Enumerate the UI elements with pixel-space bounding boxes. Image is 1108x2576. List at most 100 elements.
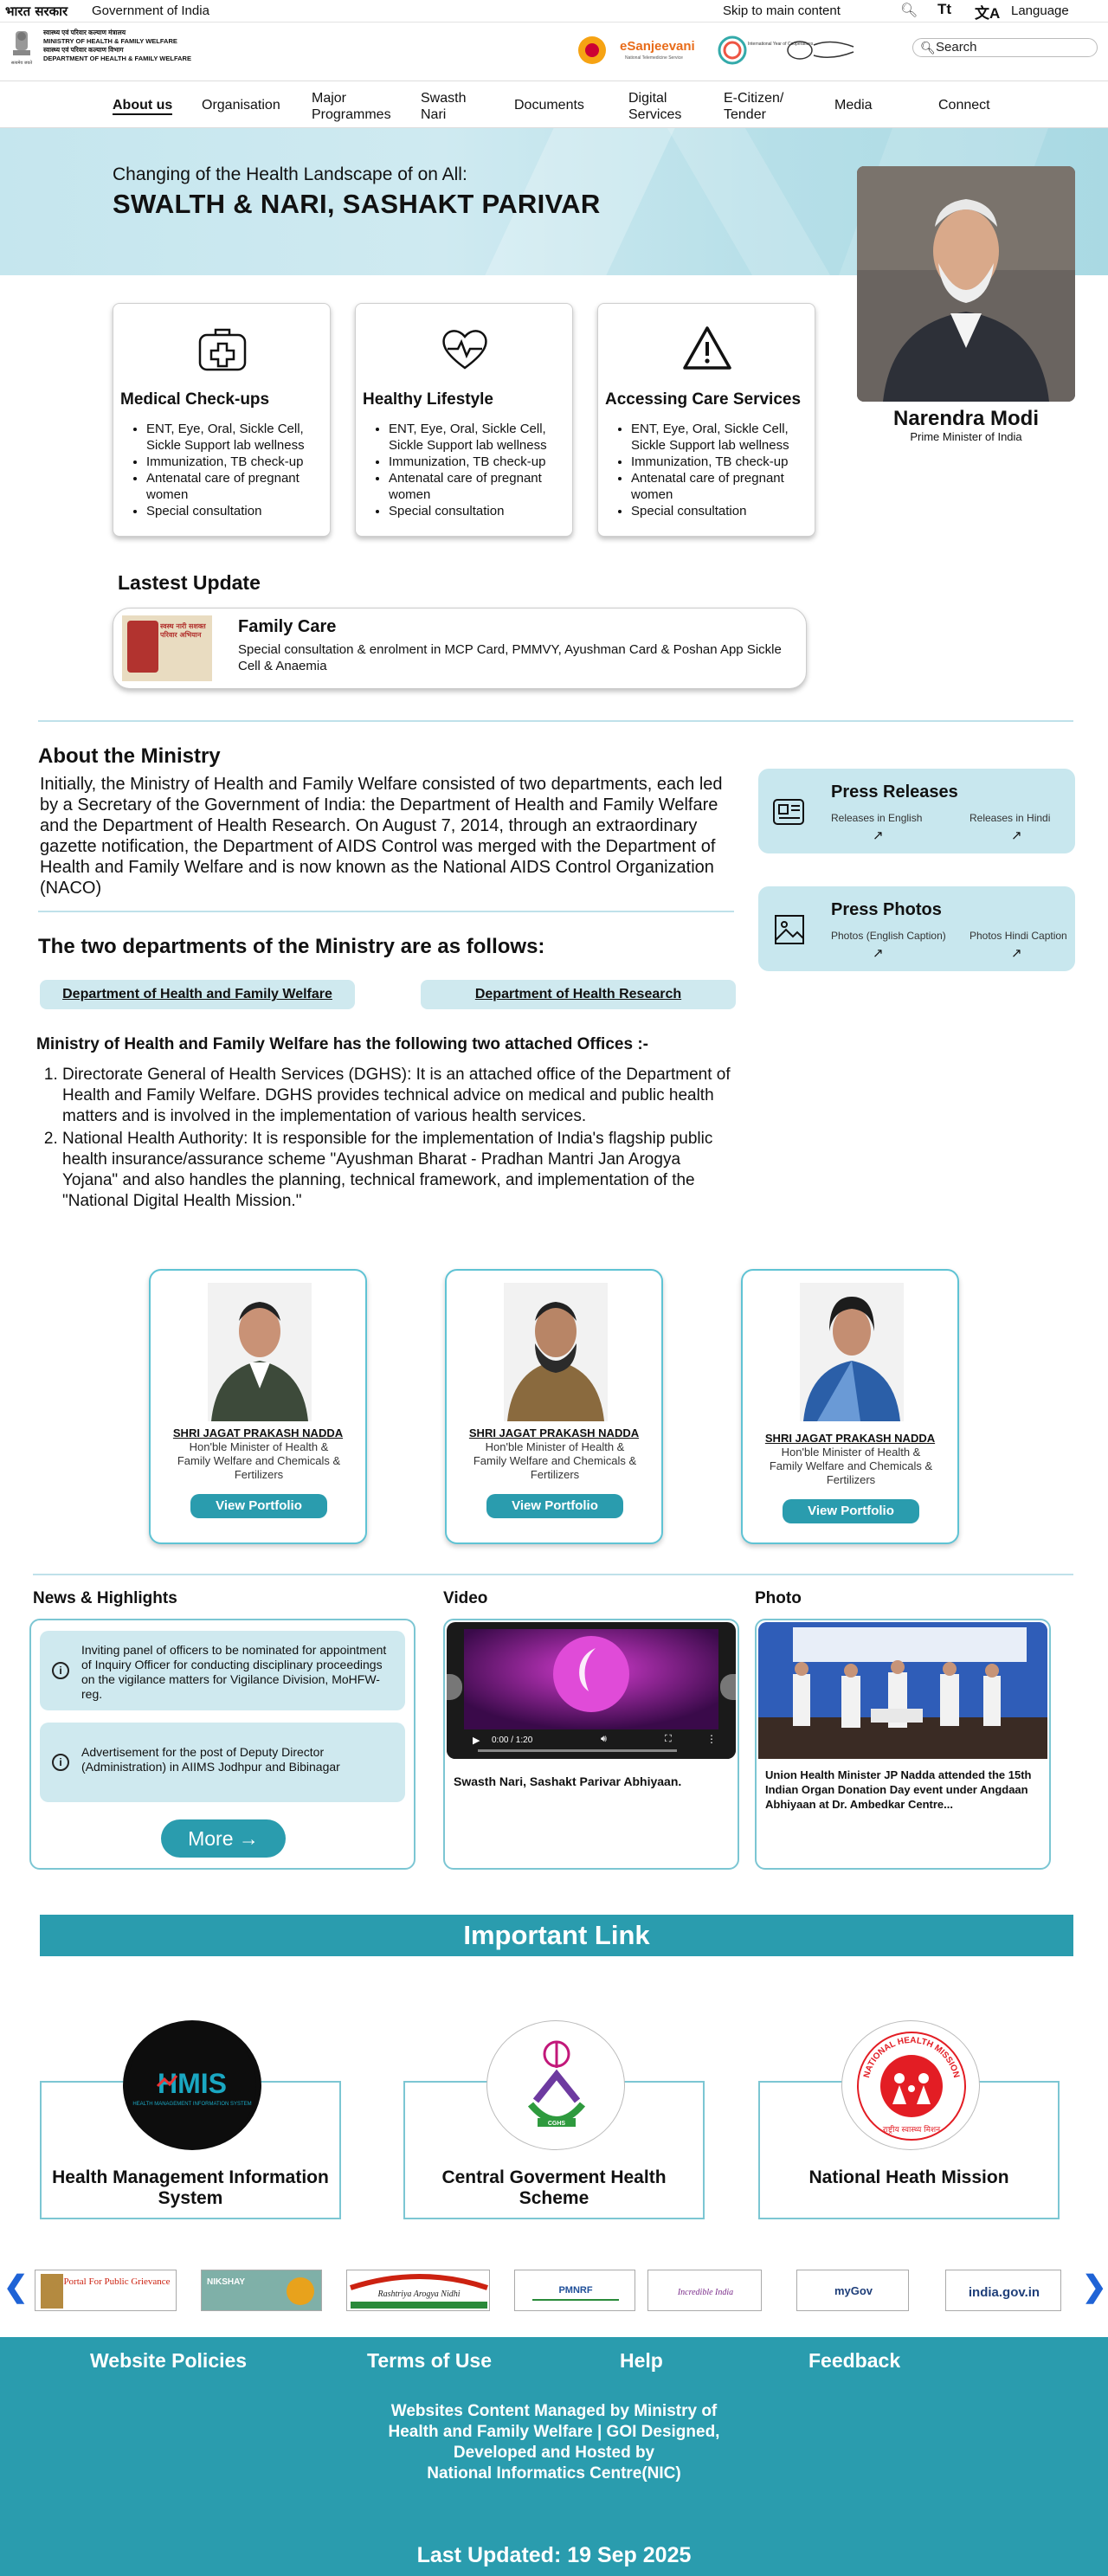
latest-update-heading: Lastest Update xyxy=(118,571,261,594)
carousel-logo-text: india.gov.in xyxy=(969,2285,1040,2300)
info-icon: i xyxy=(52,1662,69,1679)
nav-item-organisation[interactable]: Organisation xyxy=(202,97,280,113)
service-card-healthy-lifestyle[interactable]: Healthy Lifestyle ENT, Eye, Oral, Sickle… xyxy=(355,303,573,537)
card-list: ENT, Eye, Oral, Sickle Cell, Sickle Supp… xyxy=(120,421,328,519)
footer-link-feedback[interactable]: Feedback xyxy=(808,2349,900,2373)
nhm-logo-subtext: राष्ट्रीय स्वास्थ्य मिशन xyxy=(883,2124,941,2135)
footer-link-help[interactable]: Help xyxy=(620,2349,663,2373)
text-size-button[interactable]: Tt xyxy=(937,1,951,18)
carousel-logo-text: myGov xyxy=(834,2284,873,2297)
translate-icon[interactable]: 文A xyxy=(975,1,1000,23)
fullscreen-icon[interactable]: ⛶ xyxy=(665,1734,672,1745)
department-health-research-link[interactable]: Department of Health Research xyxy=(421,980,736,1009)
news-panel: i Inviting panel of officers to be nomin… xyxy=(29,1619,416,1870)
view-portfolio-button[interactable]: View Portfolio xyxy=(783,1499,919,1523)
language-button[interactable]: Language xyxy=(1011,3,1069,18)
video-progress-bar[interactable] xyxy=(478,1749,677,1752)
news-item[interactable]: i Inviting panel of officers to be nomin… xyxy=(40,1631,405,1710)
pm-name: Narendra Modi xyxy=(892,407,1040,430)
g20-logo-icon xyxy=(578,36,606,64)
more-news-button[interactable]: More → xyxy=(161,1819,286,1858)
footer-nic-link[interactable]: National Informatics Centre(NIC) xyxy=(427,2464,680,2483)
minister-name[interactable]: SHRI JAGAT PRAKASH NADDA xyxy=(743,1432,957,1445)
external-link-icon[interactable]: ↗ xyxy=(1011,945,1022,961)
volume-icon[interactable]: 🔊︎ xyxy=(601,1734,607,1745)
card-list-item: ENT, Eye, Oral, Sickle Cell, Sickle Supp… xyxy=(631,421,813,454)
video-player[interactable]: ▶ 0:00 / 1:20 🔊︎ ⛶ ⋮ xyxy=(447,1622,736,1759)
card-title: Accessing Care Services xyxy=(605,390,802,409)
service-card-medical-checkups[interactable]: Medical Check-ups ENT, Eye, Oral, Sickle… xyxy=(113,303,331,537)
search-input[interactable]: 🔍︎ Search xyxy=(912,38,1098,57)
news-item[interactable]: i Advertisement for the post of Deputy D… xyxy=(40,1723,405,1802)
footer-link-website-policies[interactable]: Website Policies xyxy=(90,2349,247,2373)
list-item: National Health Authority: It is respons… xyxy=(62,1129,732,1212)
nav-item-digital-services[interactable]: Digital Services xyxy=(628,90,698,123)
footer-managed-by: Websites Content Managed by Ministry of … xyxy=(372,2401,736,2484)
latest-update-card[interactable]: स्वस्थ नारी सशक्त परिवार अभियान Family C… xyxy=(113,608,807,689)
search-icon: 🔍︎ xyxy=(920,41,936,55)
national-emblem-icon[interactable]: सत्यमेव जयते xyxy=(7,28,36,68)
chevron-right-icon[interactable]: ❯ xyxy=(1082,2270,1107,2304)
more-label: More xyxy=(188,1827,234,1850)
view-portfolio-button[interactable]: View Portfolio xyxy=(486,1494,623,1518)
footer-link-terms-of-use[interactable]: Terms of Use xyxy=(367,2349,492,2373)
search-placeholder: Search xyxy=(936,40,977,55)
nav-item-about-us[interactable]: About us xyxy=(113,97,173,115)
nav-item-documents[interactable]: Documents xyxy=(514,97,584,113)
releases-hindi-link[interactable]: Releases in Hindi xyxy=(970,812,1050,824)
more-options-icon[interactable]: ⋮ xyxy=(706,1733,717,1745)
press-photos-box: Press Photos Photos (English Caption) Ph… xyxy=(758,886,1075,971)
chevron-left-icon[interactable]: ❮ xyxy=(3,2270,29,2304)
carousel-logo-india-gov[interactable]: india.gov.in xyxy=(945,2270,1061,2311)
service-card-accessing-care[interactable]: Accessing Care Services ENT, Eye, Oral, … xyxy=(597,303,815,537)
search-icon[interactable]: 🔍︎ xyxy=(900,2,918,19)
photo-caption[interactable]: Union Health Minister JP Nadda attended … xyxy=(765,1768,1040,1812)
important-link-cghs[interactable]: CGHS Central Goverment Health Scheme xyxy=(403,2020,705,2219)
attached-offices-list: Directorate General of Health Services (… xyxy=(40,1065,732,1214)
ministry-line-en: MINISTRY OF HEALTH & FAMILY WELFARE xyxy=(43,37,177,45)
nav-item-e-citizen-tender[interactable]: E-Citizen/ Tender xyxy=(724,90,802,123)
skip-to-main-link[interactable]: Skip to main content xyxy=(723,3,841,18)
carousel-logo-pmnrf[interactable]: PMNRF xyxy=(514,2270,635,2311)
about-heading: About the Ministry xyxy=(38,744,221,768)
carousel-logo-incredible-india[interactable]: Incredible India xyxy=(647,2270,762,2311)
ministry-name[interactable]: स्वास्थ्य एवं परिवार कल्याण मंत्रालय MIN… xyxy=(43,29,191,63)
minister-card: SHRI JAGAT PRAKASH NADDA Hon'ble Ministe… xyxy=(741,1269,959,1544)
nav-item-connect[interactable]: Connect xyxy=(938,97,990,113)
external-link-icon[interactable]: ↗ xyxy=(873,945,884,961)
nav-item-major-programmes[interactable]: Major Programmes xyxy=(312,90,407,123)
carousel-logo-mygov[interactable]: myGov xyxy=(796,2270,909,2311)
nav-item-swasth-nari[interactable]: Swasth Nari xyxy=(421,90,481,123)
minister-role: Hon'ble Minister of Health & Family Welf… xyxy=(473,1440,637,1481)
image-icon xyxy=(775,915,804,944)
view-portfolio-button[interactable]: View Portfolio xyxy=(190,1494,327,1518)
play-icon[interactable]: ▶ xyxy=(473,1735,480,1746)
esanjeevani-logo-icon: eSanjeevani National Telemedicine Servic… xyxy=(620,39,695,61)
newspaper-icon xyxy=(773,799,804,825)
photo-image[interactable] xyxy=(758,1622,1047,1759)
external-link-icon[interactable]: ↗ xyxy=(1011,828,1022,843)
video-caption[interactable]: Swasth Nari, Sashakt Parivar Abhiyaan. xyxy=(454,1774,681,1788)
hero-title: SWALTH & NARI, SASHAKT PARIVAR xyxy=(113,189,601,219)
carousel-logo-nikshay[interactable]: NIKSHAY xyxy=(201,2270,322,2311)
card-title: Healthy Lifestyle xyxy=(363,390,493,409)
minister-name[interactable]: SHRI JAGAT PRAKASH NADDA xyxy=(447,1426,661,1439)
external-link-icon[interactable]: ↗ xyxy=(873,828,884,843)
photos-hindi-link[interactable]: Photos Hindi Caption xyxy=(970,930,1067,942)
important-link-name: Central Goverment Health Scheme xyxy=(441,2167,667,2208)
carousel-logo-public-grievance[interactable]: Portal For Public Grievance xyxy=(35,2270,177,2311)
releases-english-link[interactable]: Releases in English xyxy=(831,812,922,824)
important-link-nhm[interactable]: NATIONAL HEALTH MISSION राष्ट्रीय स्वास्… xyxy=(758,2020,1060,2219)
important-link-hmis[interactable]: HMIS HEALTH MANAGEMENT INFORMATION SYSTE… xyxy=(40,2020,341,2219)
photos-english-link[interactable]: Photos (English Caption) xyxy=(831,930,946,942)
department-health-family-welfare-link[interactable]: Department of Health and Family Welfare xyxy=(40,980,355,1009)
minister-role: Hon'ble Minister of Health & Family Welf… xyxy=(177,1440,341,1481)
card-list: ENT, Eye, Oral, Sickle Cell, Sickle Supp… xyxy=(363,421,570,519)
footer-managed-text: Websites Content Managed by Ministry of … xyxy=(388,2402,720,2462)
nav-item-media[interactable]: Media xyxy=(834,97,873,113)
carousel-logo-arogya-nidhi[interactable]: Rashtriya Arogya Nidhi xyxy=(346,2270,490,2311)
hmis-logo-subtext: HEALTH MANAGEMENT INFORMATION SYSTEM xyxy=(132,2102,251,2107)
latest-update-title[interactable]: Family Care xyxy=(238,617,336,637)
last-updated: Last Updated: 19 Sep 2025 xyxy=(416,2543,692,2567)
minister-name[interactable]: SHRI JAGAT PRAKASH NADDA xyxy=(151,1426,365,1439)
